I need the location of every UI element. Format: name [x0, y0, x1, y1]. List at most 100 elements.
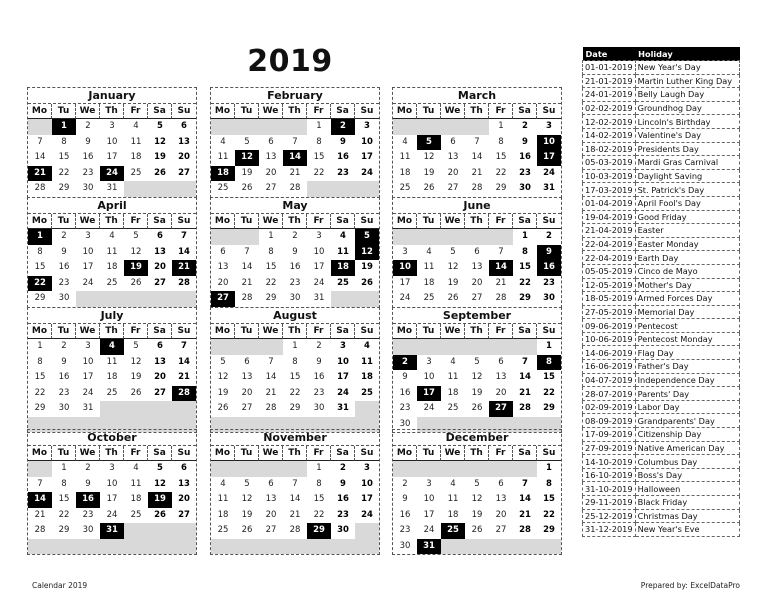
- day-cell: 18: [106, 372, 118, 382]
- day-cell: 25: [130, 167, 142, 178]
- month-name: June: [393, 198, 561, 214]
- month-name: February: [211, 88, 379, 104]
- weekday-header: Sa: [513, 214, 537, 229]
- holiday-name: Citizenship Day: [634, 427, 741, 442]
- footer-right: Prepared by: ExcelDataPro: [640, 581, 740, 590]
- day-cell: 26: [130, 387, 142, 398]
- empty-day-cell: [465, 538, 489, 554]
- day-cell: 13: [178, 136, 190, 147]
- weekday-header: Fr: [307, 324, 331, 339]
- day-cell: 6: [157, 341, 163, 351]
- day-cell: 26: [241, 525, 253, 535]
- holiday-row: 31-10-2019 Halloween: [582, 481, 741, 496]
- day-cell: 6: [474, 246, 480, 257]
- day-cell: 6: [181, 121, 187, 131]
- day-cell: 7: [181, 341, 187, 351]
- holiday-name: Easter: [634, 223, 741, 238]
- day-cell: 26: [241, 183, 253, 193]
- day-cell: 10: [537, 134, 561, 150]
- day-cell: 14: [241, 262, 253, 272]
- day-cell: 3: [546, 121, 552, 131]
- holiday-name: Presidents Day: [634, 141, 741, 157]
- day-cell: 30: [82, 525, 94, 535]
- day-cell: 28: [172, 385, 196, 401]
- day-cell: 10: [361, 478, 373, 489]
- weekday-header: Sa: [148, 446, 172, 461]
- holiday-date: 22-04-2019: [582, 236, 636, 252]
- empty-day-cell: [172, 523, 196, 539]
- day-cell: 15: [313, 494, 325, 504]
- day-cell: 3: [85, 341, 91, 351]
- day-cell: 30: [337, 525, 349, 535]
- day-cell: 7: [292, 136, 298, 147]
- day-cell: 23: [337, 509, 349, 520]
- weekday-header: Tu: [52, 104, 76, 119]
- holiday-row: 05-05-2019 Cinco de Mayo: [582, 263, 741, 279]
- holiday-name: New Year's Day: [634, 60, 741, 75]
- day-cell: 24: [361, 509, 373, 520]
- day-cell: 26: [217, 403, 229, 413]
- day-cell: 4: [364, 341, 370, 351]
- weekday-header: Su: [172, 214, 196, 229]
- month-name: October: [28, 430, 196, 446]
- month-name: September: [393, 308, 561, 324]
- day-cell: 18: [447, 509, 459, 520]
- day-cell: 22: [519, 277, 531, 288]
- weekday-header: Sa: [513, 446, 537, 461]
- day-cell: 11: [399, 152, 411, 162]
- day-cell: 10: [106, 136, 118, 147]
- month-name: May: [211, 198, 379, 214]
- day-cell: 8: [292, 356, 298, 367]
- day-cell: 9: [522, 136, 528, 147]
- day-cell: 19: [154, 152, 166, 162]
- day-cell: 20: [154, 372, 166, 382]
- empty-day-cell: [513, 339, 537, 355]
- day-cell: 24: [543, 167, 555, 178]
- day-cell: 7: [37, 478, 43, 489]
- day-cell: 27: [211, 291, 235, 307]
- day-cell: 1: [546, 341, 552, 351]
- weekday-header: Su: [355, 104, 379, 119]
- holiday-date: 28-07-2019: [582, 386, 636, 401]
- day-cell: 22: [58, 509, 70, 520]
- day-cell: 21: [28, 165, 52, 181]
- weekday-header: Su: [537, 324, 561, 339]
- day-cell: 22: [495, 167, 507, 178]
- holiday-row: 31-12-2019 New Year's Eve: [582, 522, 741, 537]
- weekday-header: Tu: [52, 324, 76, 339]
- day-cell: 1: [52, 119, 76, 135]
- day-cell: 27: [489, 401, 513, 417]
- day-cell: 7: [474, 136, 480, 147]
- day-cell: 3: [340, 341, 346, 351]
- holiday-name: Independence Day: [634, 372, 741, 388]
- month-september: September Mo Tu We Th Fr Sa Su 1 2 3 4 5 6 7 8 9 10 11 12 13…: [392, 307, 562, 433]
- day-cell: 16: [337, 494, 349, 504]
- weekday-header: Th: [465, 446, 489, 461]
- month-name: December: [393, 430, 561, 446]
- day-cell: 5: [450, 246, 456, 257]
- day-cell: 21: [519, 509, 531, 520]
- month-may: May Mo Tu We Th Fr Sa Su 1 2 3 4 5 6 7 8 9 10 11 12 13 14 15 16…: [210, 197, 380, 308]
- empty-day-cell: [100, 401, 124, 417]
- day-cell: 15: [58, 152, 70, 162]
- day-cell: 24: [399, 293, 411, 303]
- day-cell: 17: [106, 152, 118, 162]
- day-cell: 17: [423, 509, 435, 520]
- holiday-row: 29-11-2019 Black Friday: [582, 495, 741, 510]
- weekday-header: Sa: [331, 214, 355, 229]
- day-cell: 16: [399, 509, 411, 520]
- month-january: January Mo Tu We Th Fr Sa Su 1 2 3 4 5 6 7 8 9 10 11 12 13 14…: [27, 87, 197, 198]
- weekday-header: Th: [283, 214, 307, 229]
- day-cell: 31: [313, 293, 325, 303]
- day-cell: 20: [265, 167, 277, 178]
- weekday-header: Fr: [124, 214, 148, 229]
- day-cell: 3: [109, 463, 115, 473]
- day-cell: 16: [537, 260, 561, 276]
- day-cell: 16: [289, 262, 301, 272]
- holiday-name: Parents' Day: [634, 386, 741, 401]
- day-cell: 1: [37, 341, 43, 351]
- day-cell: 18: [217, 509, 229, 520]
- day-cell: 21: [265, 387, 277, 398]
- empty-day-cell: [355, 538, 379, 554]
- day-cell: 13: [154, 246, 166, 257]
